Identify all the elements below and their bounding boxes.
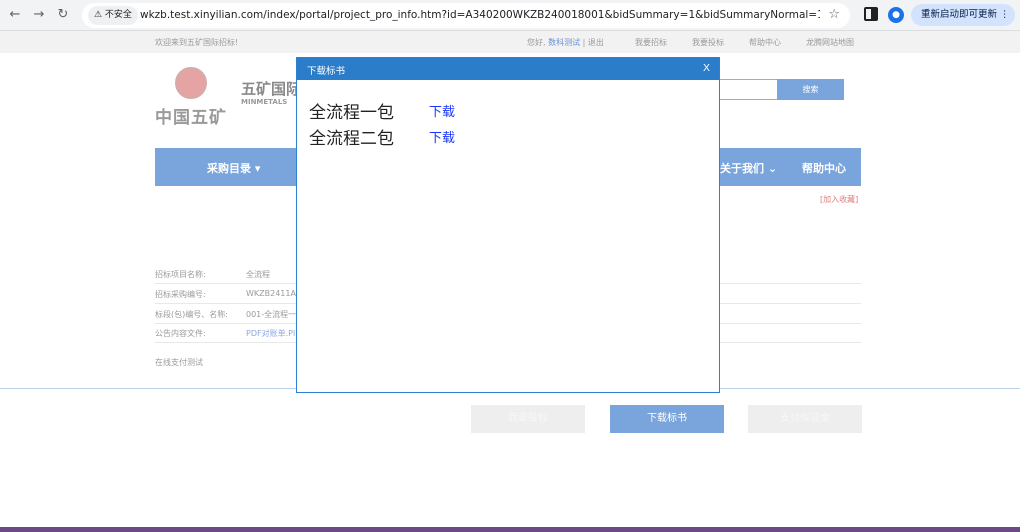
topbar-link-help[interactable]: 帮助中心 bbox=[749, 37, 781, 48]
nav-help-center[interactable]: 帮助中心 bbox=[802, 160, 846, 176]
browser-toolbar: ← → ↻ ⚠ 不安全 wkzb.test.xinyilian.com/inde… bbox=[0, 0, 1020, 31]
relaunch-update-button[interactable]: 重新启动即可更新 ⋮ bbox=[911, 4, 1015, 26]
package-download-link[interactable]: 下载 bbox=[429, 101, 455, 120]
site-topbar: 欢迎来到五矿国际招标! 您好, 数科测试 | 退出 我要招标 我要投标 帮助中心… bbox=[0, 31, 1020, 53]
topbar-link-sitemap[interactable]: 龙腾网站地图 bbox=[806, 37, 854, 48]
info-value: WKZB2411AH bbox=[246, 289, 302, 298]
window-bottom-edge bbox=[0, 527, 1020, 532]
announcement-file-link[interactable]: PDF对账单.Pl bbox=[246, 328, 295, 339]
url-text[interactable]: wkzb.test.xinyilian.com/index/portal/pro… bbox=[140, 8, 820, 23]
add-favorite-link[interactable]: [加入收藏] bbox=[820, 194, 858, 205]
logo-english-text: MINMETALS bbox=[241, 98, 288, 106]
side-panel-icon[interactable] bbox=[864, 7, 878, 21]
nav-about-us[interactable]: 关于我们 ⌄ bbox=[720, 160, 777, 176]
package-name: 全流程一包 bbox=[309, 103, 394, 123]
back-icon[interactable]: ← bbox=[6, 6, 24, 24]
bookmark-star-icon[interactable]: ☆ bbox=[828, 7, 840, 22]
minmetals-emblem-icon bbox=[175, 67, 207, 99]
logout-link[interactable]: | 退出 bbox=[583, 38, 604, 47]
user-greeting: 您好, 数科测试 | 退出 bbox=[527, 37, 604, 48]
reload-icon[interactable]: ↻ bbox=[54, 6, 72, 24]
info-value: 全流程 bbox=[246, 270, 270, 279]
download-tender-button[interactable]: 下载标书 bbox=[610, 405, 724, 433]
package-download-link[interactable]: 下载 bbox=[429, 127, 455, 146]
logo-chinese-text: 中国五矿 bbox=[155, 108, 227, 128]
package-name: 全流程二包 bbox=[309, 129, 394, 149]
profile-icon[interactable]: ● bbox=[888, 7, 904, 23]
download-dialog: 下载标书 X 全流程一包 下载 全流程二包 下载 bbox=[296, 57, 720, 393]
search-input[interactable] bbox=[716, 79, 778, 100]
logo-wukuang-text: 五矿国际 bbox=[241, 80, 302, 98]
info-label: 标段(包)编号、名称: bbox=[155, 310, 228, 319]
forward-icon[interactable]: → bbox=[30, 6, 48, 24]
info-value: 001-全流程一 bbox=[246, 310, 297, 319]
address-bar[interactable]: ⚠ 不安全 wkzb.test.xinyilian.com/index/port… bbox=[82, 3, 850, 28]
info-label: 公告内容文件: bbox=[155, 329, 206, 338]
topbar-link-bid[interactable]: 我要投标 bbox=[692, 37, 724, 48]
greeting-text: 您好, bbox=[527, 38, 546, 47]
pay-deposit-button[interactable]: 支付保证金 bbox=[748, 405, 862, 433]
username-link[interactable]: 数科测试 bbox=[548, 38, 580, 47]
info-label: 招标项目名称: bbox=[155, 270, 206, 279]
close-icon[interactable]: X bbox=[703, 62, 710, 74]
not-secure-badge[interactable]: ⚠ 不安全 bbox=[88, 6, 138, 25]
nav-purchase-catalog[interactable]: 采购目录 ▾ bbox=[207, 160, 260, 176]
topbar-link-tender[interactable]: 我要招标 bbox=[635, 37, 667, 48]
dialog-title: 下载标书 bbox=[307, 66, 346, 77]
dialog-header: 下载标书 X bbox=[297, 58, 719, 80]
welcome-text: 欢迎来到五矿国际招标! bbox=[155, 38, 239, 47]
online-payment-test-text: 在线支付测试 bbox=[155, 358, 203, 367]
search-button[interactable]: 搜索 bbox=[777, 79, 844, 100]
info-label: 招标采购编号: bbox=[155, 290, 206, 299]
bid-button[interactable]: 我要投标 bbox=[471, 405, 585, 433]
